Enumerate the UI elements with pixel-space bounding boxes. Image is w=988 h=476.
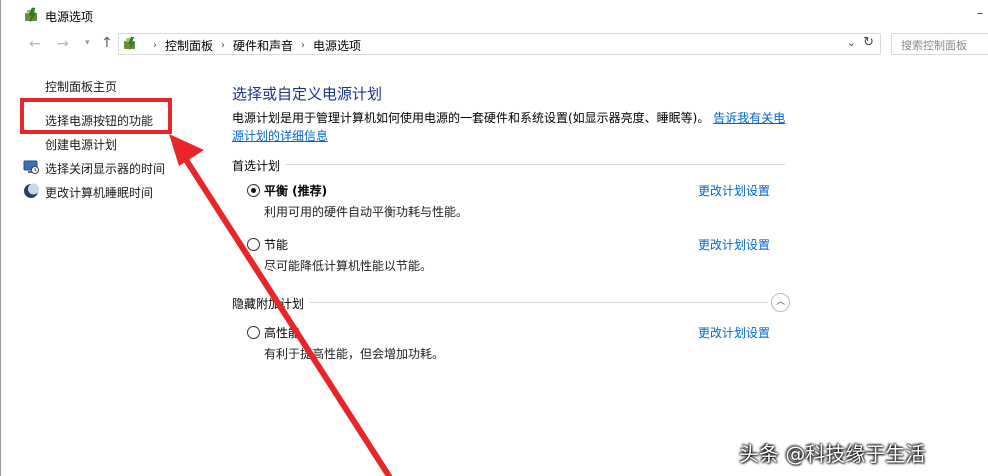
breadcrumb-power-options[interactable]: 电源选项 [313, 37, 361, 54]
plan-balanced-radio[interactable] [247, 184, 260, 197]
search-input[interactable]: 搜索控制面板 [891, 33, 988, 55]
sidebar-item-sleep-time[interactable]: 更改计算机睡眠时间 [45, 184, 153, 201]
preferred-divider [232, 164, 785, 165]
sidebar-item-display-off[interactable]: 选择关闭显示器的时间 [45, 160, 165, 177]
display-icon [23, 160, 39, 174]
arrow-right-icon[interactable]: → [57, 36, 69, 52]
plan-saver-desc: 尽可能降低计算机性能以节能。 [264, 259, 433, 273]
annotation-highlight-box [20, 98, 172, 134]
plan-high-perf-settings-link[interactable]: 更改计划设置 [698, 324, 770, 341]
preferred-plans-label: 首选计划 [232, 157, 287, 174]
breadcrumb-separator-icon: › [301, 40, 306, 51]
breadcrumb-separator-icon: › [153, 40, 157, 51]
power-options-icon [25, 7, 37, 23]
page-title: 选择或自定义电源计划 [232, 85, 383, 103]
breadcrumb: › 控制面板 › 硬件和声音 › 电源选项 [145, 37, 361, 54]
breadcrumb-separator-icon: › [221, 40, 226, 51]
plan-saver-name[interactable]: 节能 [264, 236, 288, 253]
address-bar[interactable]: › 控制面板 › 硬件和声音 › 电源选项 ⌄ ↻ [118, 33, 881, 55]
window-title: 电源选项 [45, 10, 94, 24]
control-panel-window: 电源选项 – ← → ▾ ↑ › 控制面板 › 硬件和声音 › 电源选项 ⌄ ↻ [0, 0, 988, 476]
minimize-button[interactable]: – [977, 6, 983, 20]
breadcrumb-hardware-sound[interactable]: 硬件和声音 [233, 37, 293, 54]
arrow-up-icon[interactable]: ↑ [101, 35, 113, 51]
plan-saver-radio[interactable] [247, 238, 260, 251]
title-bar: 电源选项 – [1, 0, 988, 30]
plan-high-perf-radio[interactable] [247, 326, 260, 339]
plan-high-perf-desc: 有利于提高性能，但会增加功耗。 [264, 347, 445, 361]
sidebar-item-create-plan[interactable]: 创建电源计划 [45, 136, 117, 153]
control-panel-icon [124, 37, 135, 51]
sidebar: 控制面板主页 选择电源按钮的功能 创建电源计划 选择关闭显示器的时间 更改计算机… [1, 60, 201, 476]
navigation-bar: ← → ▾ ↑ › 控制面板 › 硬件和声音 › 电源选项 ⌄ ↻ 搜索控制面板 [1, 32, 988, 58]
plan-balanced-desc: 利用可用的硬件自动平衡功耗与性能。 [264, 205, 469, 219]
sidebar-item-home[interactable]: 控制面板主页 [45, 78, 117, 95]
hidden-plans-label: 隐藏附加计划 [232, 295, 311, 312]
page-description: 电源计划是用于管理计算机如何使用电源的一套硬件和系统设置(如显示器亮度、睡眠等)… [232, 109, 792, 145]
moon-icon [24, 183, 39, 198]
arrow-left-icon[interactable]: ← [29, 36, 41, 52]
breadcrumb-control-panel[interactable]: 控制面板 [165, 37, 213, 54]
address-dropdown-icon[interactable]: ⌄ [847, 36, 856, 49]
watermark: 头条 @科技缘于生活 [739, 442, 926, 466]
refresh-icon[interactable]: ↻ [863, 35, 874, 50]
chevron-up-icon[interactable]: ︿ [771, 293, 790, 312]
plan-high-perf-name[interactable]: 高性能 [264, 324, 300, 341]
plan-balanced-name[interactable]: 平衡 (推荐) [264, 182, 327, 199]
chevron-down-icon[interactable]: ▾ [85, 38, 90, 48]
plan-balanced-settings-link[interactable]: 更改计划设置 [698, 182, 770, 199]
plan-saver-settings-link[interactable]: 更改计划设置 [698, 236, 770, 253]
main-content: 选择或自定义电源计划 电源计划是用于管理计算机如何使用电源的一套硬件和系统设置(… [201, 60, 988, 476]
hidden-divider [232, 302, 768, 303]
description-text: 电源计划是用于管理计算机如何使用电源的一套硬件和系统设置(如显示器亮度、睡眠等)… [232, 111, 710, 125]
